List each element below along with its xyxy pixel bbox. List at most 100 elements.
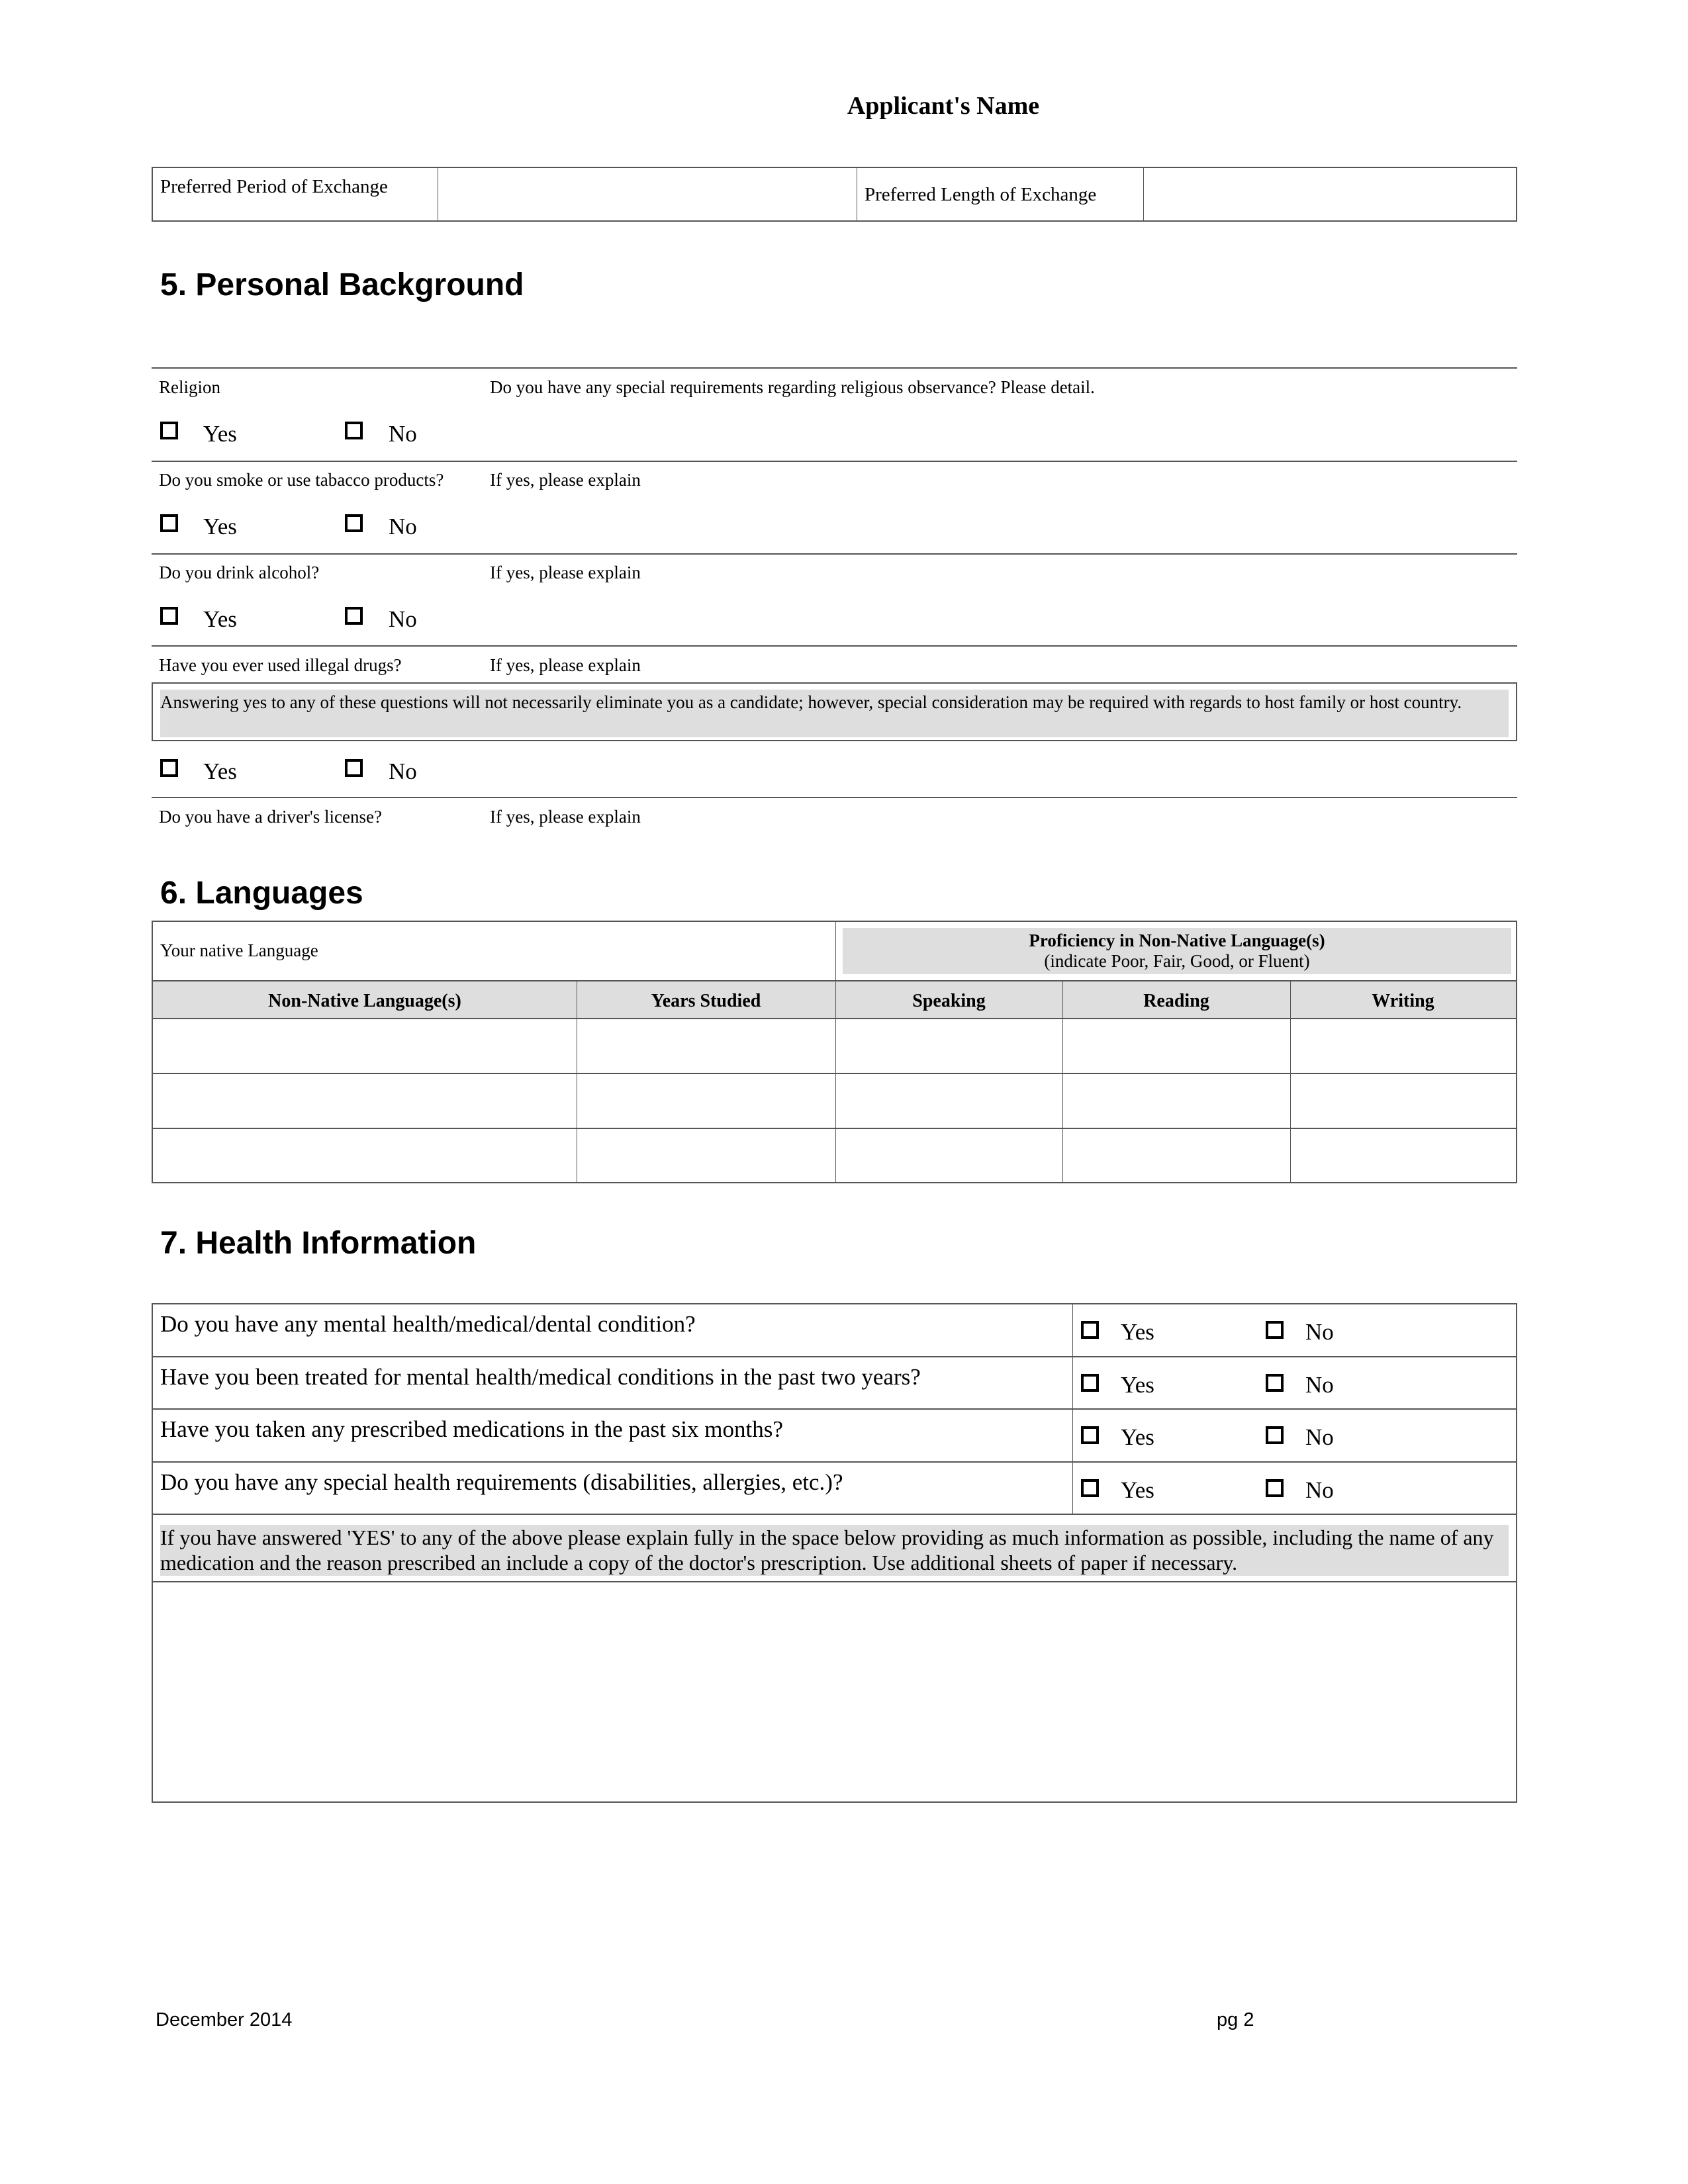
period-label-cell: Preferred Period of Exchange xyxy=(153,168,438,220)
alcohol-yes-checkbox[interactable] xyxy=(160,607,178,625)
speaking-input[interactable] xyxy=(835,1129,1062,1184)
health-question-row: Have you been treated for mental health/… xyxy=(153,1357,1516,1410)
non-native-language-input[interactable] xyxy=(153,1074,577,1128)
health-no-label: No xyxy=(1305,1477,1334,1503)
proficiency-title: Proficiency in Non-Native Language(s) xyxy=(1029,931,1325,950)
health-no-label: No xyxy=(1305,1371,1334,1398)
language-row xyxy=(153,1129,1516,1184)
drugs-no-checkbox[interactable] xyxy=(345,759,363,777)
health-no-checkbox[interactable] xyxy=(1266,1479,1284,1497)
non-native-language-input[interactable] xyxy=(153,1019,577,1073)
native-language-label: Your native Language xyxy=(160,940,318,960)
length-label: Preferred Length of Exchange xyxy=(865,184,1097,205)
health-explanation-input[interactable] xyxy=(153,1582,1516,1801)
native-language-input[interactable]: Your native Language xyxy=(153,922,835,980)
drugs-yes-label: Yes xyxy=(203,758,237,784)
section-title-languages: 6. Languages xyxy=(160,876,363,911)
section-title-personal-background: 5. Personal Background xyxy=(160,267,524,302)
health-yes-label: Yes xyxy=(1121,1477,1154,1503)
language-row xyxy=(153,1019,1516,1074)
health-yes-checkbox[interactable] xyxy=(1081,1321,1099,1339)
drugs-no-label: No xyxy=(389,758,417,784)
reading-input[interactable] xyxy=(1062,1019,1290,1073)
period-input[interactable] xyxy=(438,168,857,220)
language-row xyxy=(153,1074,1516,1129)
col-years-studied-header: Years Studied xyxy=(651,991,761,1011)
divider xyxy=(1072,1357,1073,1408)
health-notice: If you have answered 'YES' to any of the… xyxy=(160,1525,1509,1576)
smoke-yes-checkbox[interactable] xyxy=(160,514,178,532)
speaking-input[interactable] xyxy=(835,1074,1062,1128)
divider xyxy=(835,922,836,980)
license-label: Do you have a driver's license? xyxy=(159,807,382,827)
divider xyxy=(1072,1462,1073,1514)
health-no-label: No xyxy=(1305,1319,1334,1345)
divider xyxy=(1072,1410,1073,1461)
alcohol-yes-label: Yes xyxy=(203,606,237,632)
religion-yes-label: Yes xyxy=(203,421,237,447)
applicant-name-heading: Applicant's Name xyxy=(847,92,1040,120)
col-reading-header: Reading xyxy=(1143,991,1209,1011)
alcohol-no-label: No xyxy=(389,606,417,632)
health-question-row: Have you taken any prescribed medication… xyxy=(153,1410,1516,1463)
smoke-no-label: No xyxy=(389,514,417,539)
reading-input[interactable] xyxy=(1062,1129,1290,1184)
disclaimer-box: Answering yes to any of these questions … xyxy=(152,682,1517,741)
divider xyxy=(152,461,1517,462)
years-studied-input[interactable] xyxy=(577,1074,835,1128)
health-question-label: Do you have any mental health/medical/de… xyxy=(160,1311,696,1337)
writing-input[interactable] xyxy=(1290,1074,1516,1128)
footer-page-number: pg 2 xyxy=(1217,2009,1254,2030)
divider xyxy=(152,797,1517,798)
smoke-no-checkbox[interactable] xyxy=(345,514,363,532)
health-yes-checkbox[interactable] xyxy=(1081,1373,1099,1392)
health-table: Do you have any mental health/medical/de… xyxy=(152,1303,1517,1803)
col-speaking-header: Speaking xyxy=(912,991,986,1011)
proficiency-subtitle: (indicate Poor, Fair, Good, or Fluent) xyxy=(1044,951,1310,971)
footer-date: December 2014 xyxy=(156,2009,293,2030)
religion-yes-checkbox[interactable] xyxy=(160,422,178,439)
health-question-label: Do you have any special health requireme… xyxy=(160,1469,843,1495)
reading-input[interactable] xyxy=(1062,1074,1290,1128)
health-no-checkbox[interactable] xyxy=(1266,1321,1284,1339)
divider xyxy=(152,553,1517,555)
health-question-row: Do you have any special health requireme… xyxy=(153,1462,1516,1515)
speaking-input[interactable] xyxy=(835,1019,1062,1073)
health-yes-label: Yes xyxy=(1121,1424,1154,1450)
languages-table: Your native Language Proficiency in Non-… xyxy=(152,921,1517,1183)
smoke-explain-label: If yes, please explain xyxy=(490,470,641,490)
health-question-row: Do you have any mental health/medical/de… xyxy=(153,1304,1516,1357)
health-no-checkbox[interactable] xyxy=(1266,1426,1284,1444)
license-explain-label: If yes, please explain xyxy=(490,807,641,827)
years-studied-input[interactable] xyxy=(577,1019,835,1073)
alcohol-label: Do you drink alcohol? xyxy=(159,563,320,582)
col-non-native-language-header: Non-Native Language(s) xyxy=(268,991,461,1011)
period-label: Preferred Period of Exchange xyxy=(160,176,388,197)
health-question-label: Have you taken any prescribed medication… xyxy=(160,1416,783,1442)
drugs-yes-checkbox[interactable] xyxy=(160,759,178,777)
length-input[interactable] xyxy=(1144,168,1519,220)
alcohol-no-checkbox[interactable] xyxy=(345,607,363,625)
col-writing-header: Writing xyxy=(1372,991,1434,1011)
section-title-health: 7. Health Information xyxy=(160,1226,477,1261)
health-yes-checkbox[interactable] xyxy=(1081,1426,1099,1444)
divider xyxy=(1072,1304,1073,1356)
drugs-label: Have you ever used illegal drugs? xyxy=(159,655,402,675)
non-native-language-input[interactable] xyxy=(153,1129,577,1184)
alcohol-explain-label: If yes, please explain xyxy=(490,563,641,582)
health-no-checkbox[interactable] xyxy=(1266,1373,1284,1392)
writing-input[interactable] xyxy=(1290,1129,1516,1184)
health-yes-checkbox[interactable] xyxy=(1081,1479,1099,1497)
exchange-table: Preferred Period of Exchange Preferred L… xyxy=(152,167,1517,222)
health-yes-label: Yes xyxy=(1121,1371,1154,1398)
religion-no-checkbox[interactable] xyxy=(345,422,363,439)
years-studied-input[interactable] xyxy=(577,1129,835,1184)
proficiency-header: Proficiency in Non-Native Language(s) (i… xyxy=(843,928,1511,974)
religion-detail-label: Do you have any special requirements reg… xyxy=(490,377,1095,397)
writing-input[interactable] xyxy=(1290,1019,1516,1073)
drugs-explain-label: If yes, please explain xyxy=(490,655,641,675)
divider xyxy=(152,367,1517,369)
health-yes-label: Yes xyxy=(1121,1319,1154,1345)
smoke-label: Do you smoke or use tabacco products? xyxy=(159,470,444,490)
divider xyxy=(152,645,1517,647)
